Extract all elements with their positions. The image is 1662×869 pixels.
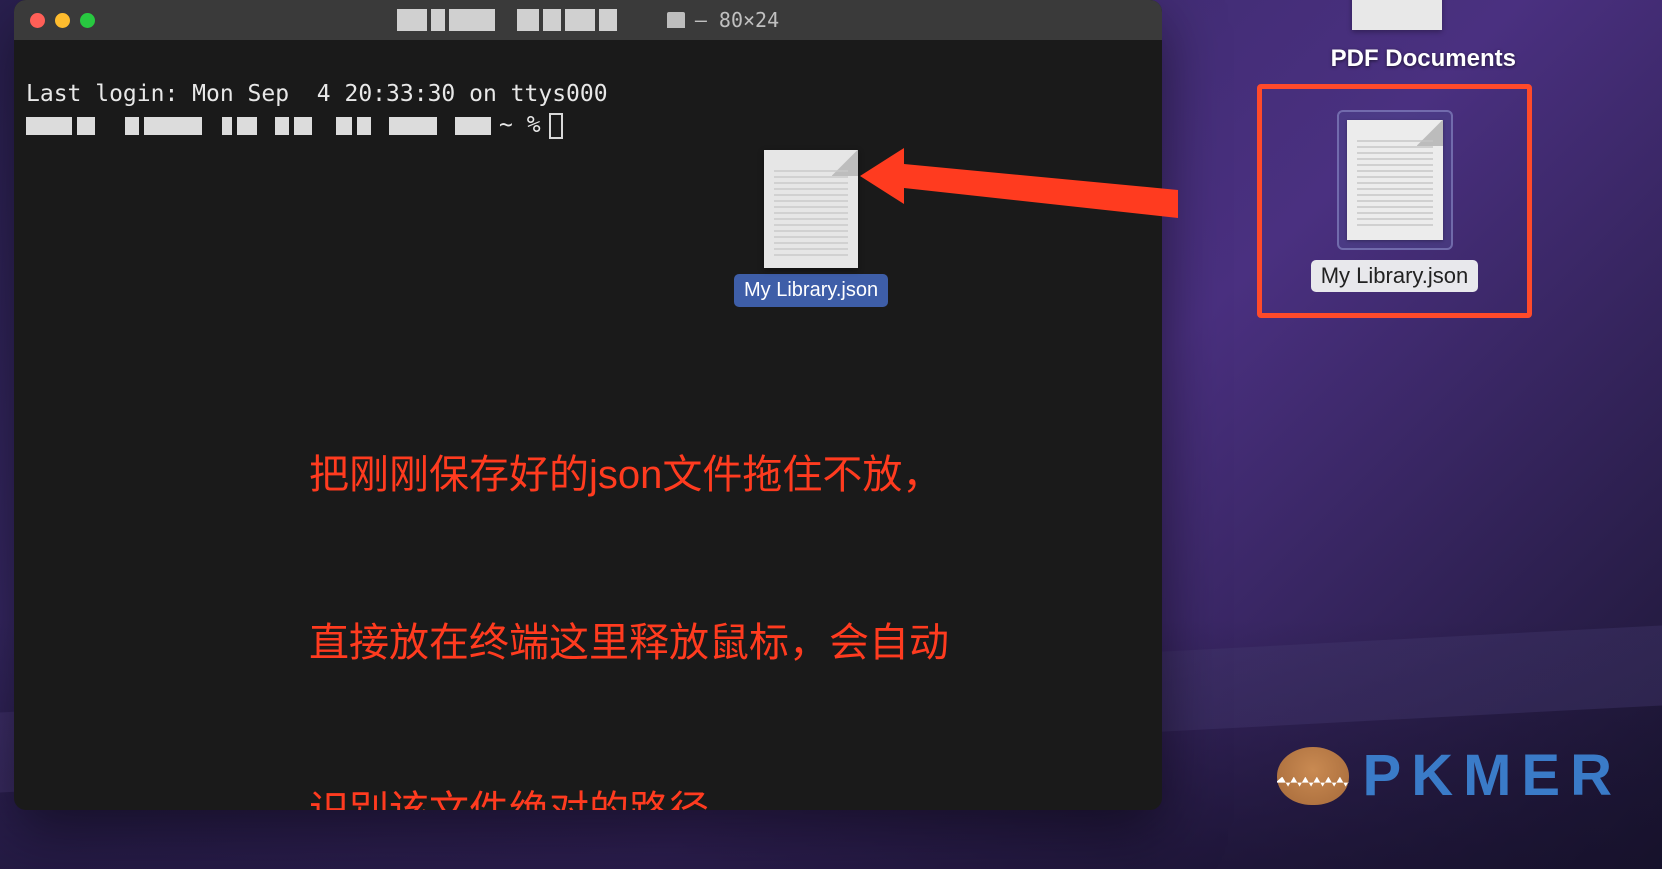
dragged-file-label: My Library.json (734, 274, 888, 307)
close-button[interactable] (30, 13, 45, 28)
file-icon (1347, 120, 1443, 240)
watermark-text: PKMER (1363, 742, 1622, 809)
desktop-folder-label[interactable]: PDF Documents (1331, 45, 1516, 73)
window-titlebar[interactable]: — 80×24 (14, 0, 1162, 40)
minimize-button[interactable] (55, 13, 70, 28)
terminal-size-label: — 80×24 (695, 8, 779, 32)
prompt-tail: ~ % (499, 110, 541, 141)
terminal-window: — 80×24 Last login: Mon Sep 4 20:33:30 o… (14, 0, 1162, 810)
last-login-line: Last login: Mon Sep 4 20:33:30 on ttys00… (26, 81, 608, 107)
watermark: PKMER (1277, 742, 1622, 809)
annotation-text: 把刚刚保存好的json文件拖住不放， 直接放在终端这里释放鼠标，会自动 识别该文… (309, 335, 949, 810)
pixelated-title-redacted (397, 9, 657, 31)
pixelated-user-host-redacted (26, 117, 491, 135)
dragged-file[interactable]: My Library.json (734, 150, 888, 307)
folder-icon (667, 12, 685, 28)
terminal-body[interactable]: Last login: Mon Sep 4 20:33:30 on ttys00… (14, 40, 1162, 810)
file-icon (764, 150, 858, 268)
prompt-line: ~ % (26, 110, 1150, 141)
annotation-highlight-frame: My Library.json (1257, 84, 1532, 318)
pkmer-logo-icon (1277, 747, 1349, 805)
annotation-line-3: 识别该文件绝对的路径。 (309, 783, 949, 810)
cursor (549, 113, 563, 139)
desktop-file-label[interactable]: My Library.json (1311, 260, 1479, 292)
traffic-lights (30, 13, 95, 28)
annotation-line-2: 直接放在终端这里释放鼠标，会自动 (309, 615, 949, 671)
annotation-line-1: 把刚刚保存好的json文件拖住不放， (309, 447, 949, 503)
window-title: — 80×24 (14, 8, 1162, 32)
partial-file-icon[interactable] (1352, 0, 1442, 30)
desktop-file-selected[interactable] (1337, 110, 1453, 250)
maximize-button[interactable] (80, 13, 95, 28)
